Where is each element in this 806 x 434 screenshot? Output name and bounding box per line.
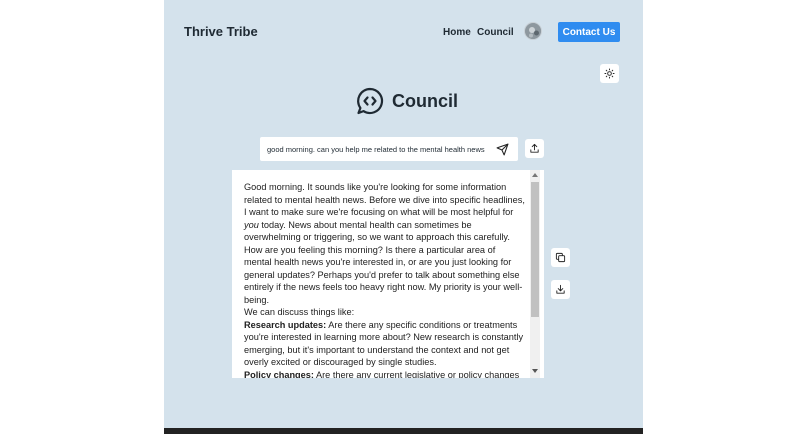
scroll-up-arrow[interactable] bbox=[532, 173, 538, 177]
brand-logo[interactable]: Thrive Tribe bbox=[184, 24, 258, 39]
query-input[interactable]: good morning. can you help me related to… bbox=[260, 137, 518, 161]
upload-icon bbox=[530, 143, 539, 153]
copy-icon bbox=[555, 252, 566, 263]
theme-toggle-button[interactable] bbox=[600, 64, 619, 83]
avatar[interactable] bbox=[524, 22, 542, 40]
response-paragraph: Good morning. It sounds like you're look… bbox=[244, 182, 525, 242]
download-icon bbox=[556, 284, 565, 294]
response-paragraph: How are you feeling this morning? Is the… bbox=[244, 244, 523, 305]
scroll-down-arrow[interactable] bbox=[532, 369, 538, 373]
page-heading: Council bbox=[355, 86, 458, 116]
nav-council[interactable]: Council bbox=[477, 27, 514, 38]
scrollbar-thumb[interactable] bbox=[531, 182, 539, 317]
response-text: Good morning. It sounds like you're look… bbox=[244, 181, 525, 378]
send-icon bbox=[496, 143, 508, 155]
query-text[interactable]: good morning. can you help me related to… bbox=[260, 145, 492, 154]
response-paragraph: We can discuss things like: bbox=[244, 307, 355, 317]
sun-icon bbox=[604, 68, 615, 79]
app-frame: Thrive Tribe Home Council Contact Us Cou… bbox=[164, 0, 643, 434]
response-panel[interactable]: Good morning. It sounds like you're look… bbox=[232, 170, 544, 378]
bottom-bar bbox=[164, 428, 643, 434]
upload-button[interactable] bbox=[525, 139, 544, 158]
nav-home[interactable]: Home bbox=[443, 27, 471, 38]
response-list-item: Research updates: Are there any specific… bbox=[244, 319, 524, 368]
download-button[interactable] bbox=[551, 280, 570, 299]
chat-code-icon bbox=[357, 87, 384, 115]
page-title: Council bbox=[392, 90, 458, 111]
send-button[interactable] bbox=[492, 139, 512, 159]
contact-us-button[interactable]: Contact Us bbox=[558, 22, 620, 42]
response-list-item: Policy changes: Are there any current le… bbox=[244, 369, 520, 379]
copy-button[interactable] bbox=[551, 248, 570, 267]
